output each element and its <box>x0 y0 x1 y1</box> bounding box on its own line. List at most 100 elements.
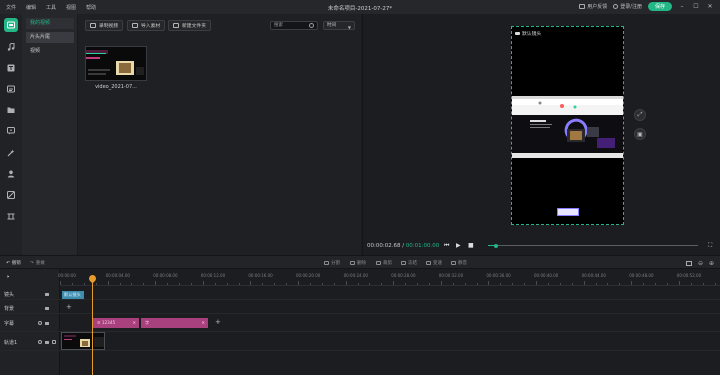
folder-icon[interactable] <box>4 103 18 117</box>
freeze-button[interactable]: 冻结 <box>401 260 417 266</box>
fit-screen-icon[interactable]: ⤢ <box>634 109 646 121</box>
scrubber-knob[interactable] <box>494 243 499 248</box>
play-icon[interactable]: ▶ <box>456 242 461 249</box>
media-library-icon[interactable] <box>4 18 18 32</box>
time-ruler[interactable]: 00:00:00 00:00:04.00 00:00:08.00 00:00:12.0… <box>58 269 720 286</box>
ruler-tick-label: 00:00:24.00 <box>343 273 368 278</box>
fullscreen-icon[interactable]: ⛶ <box>708 242 712 250</box>
trash-icon[interactable] <box>52 340 56 344</box>
subtitle-box[interactable] <box>557 208 579 216</box>
minimize-icon[interactable]: – <box>678 3 686 11</box>
playhead[interactable] <box>92 279 93 375</box>
category-my-videos[interactable]: 我的视频 <box>26 18 74 29</box>
zoom-fit-icon[interactable] <box>685 261 692 266</box>
close-icon[interactable]: ✕ <box>132 318 136 328</box>
lock-icon[interactable] <box>45 307 49 310</box>
ruler-tick <box>119 283 121 285</box>
ruler-tick <box>678 281 680 285</box>
eye-icon[interactable] <box>38 321 42 325</box>
ruler-tick <box>214 283 216 285</box>
ruler-tick <box>190 283 192 285</box>
ruler-tick <box>238 283 240 285</box>
search-input[interactable]: 搜索 <box>270 21 318 30</box>
preview-scrubber[interactable] <box>488 243 698 248</box>
text-icon[interactable] <box>4 61 18 75</box>
ruler-tick <box>666 283 668 285</box>
redo-button[interactable]: ↷ 重做 <box>30 260 45 267</box>
close-icon[interactable]: ✕ <box>201 318 205 328</box>
music-icon[interactable] <box>4 40 18 54</box>
menu-tools[interactable]: 工具 <box>46 4 56 11</box>
stop-icon[interactable]: ■ <box>468 242 474 249</box>
split-label: 分割 <box>331 261 340 266</box>
subtitle-clip-1[interactable]: ≡ 12345 ✕ <box>93 318 139 328</box>
subtitle-clip-2[interactable]: 字 ✕ <box>141 318 208 328</box>
sort-dropdown[interactable]: 时间 ▼ <box>323 21 355 30</box>
zoom-in-icon[interactable]: ⊕ <box>709 260 714 267</box>
preview-panel: 默认镜头 ⤢ ▣ 00:00:02.68 / 00:01:00.00 ⏮ ▶ ■… <box>362 14 720 255</box>
delete-label: 删除 <box>357 261 366 266</box>
ruler-tick <box>155 281 157 285</box>
category-intro-outro[interactable]: 片头片尾 <box>26 32 74 43</box>
speed-label: 变速 <box>433 261 442 266</box>
trim-button[interactable]: 裁剪 <box>376 260 392 266</box>
ruler-tick <box>440 281 442 285</box>
lock-icon[interactable] <box>45 341 49 344</box>
zoom-out-icon[interactable]: ⊖ <box>698 260 703 267</box>
menu-edit[interactable]: 编辑 <box>26 4 36 11</box>
split-button[interactable]: 分割 <box>324 260 340 266</box>
delete-button[interactable]: 删除 <box>350 260 366 266</box>
mute-icon <box>451 261 456 265</box>
menu-file[interactable]: 文件 <box>6 4 16 11</box>
preview-canvas[interactable]: 默认镜头 <box>511 26 624 225</box>
eye-icon[interactable] <box>38 340 42 344</box>
menu-help[interactable]: 帮助 <box>86 4 96 11</box>
menu-view[interactable]: 视图 <box>66 4 76 11</box>
ruler-tick-label: 00:00:20.00 <box>296 273 321 278</box>
lock-icon[interactable] <box>45 293 49 296</box>
category-panel: 我的视频 片头片尾 视频 <box>22 14 78 255</box>
import-media-button[interactable]: 导入素材 <box>127 20 166 31</box>
ruler-tick <box>583 281 585 285</box>
camera-clip[interactable]: 默认镜头 <box>62 291 84 299</box>
ruler-tick <box>309 283 311 285</box>
subtitle-icon[interactable] <box>4 82 18 96</box>
transition-icon[interactable] <box>4 209 18 223</box>
maximize-icon[interactable]: ☐ <box>692 3 700 11</box>
speed-button[interactable]: 变速 <box>426 260 442 266</box>
camera-icon <box>515 31 520 36</box>
timeline: 🕨 00:00:00 00:00:04.00 00:00:08.00 00:00:12… <box>0 269 720 375</box>
new-folder-label: 新建文件夹 <box>182 24 206 29</box>
total-time: 00:01:00.00 <box>405 243 440 249</box>
close-icon[interactable]: ✕ <box>706 3 714 11</box>
ruler-tick <box>262 283 264 285</box>
category-video[interactable]: 视频 <box>26 46 74 57</box>
comment-icon[interactable] <box>4 124 18 138</box>
ruler-tick <box>286 283 288 285</box>
ruler-tick <box>524 283 526 285</box>
person-icon[interactable] <box>4 167 18 181</box>
ruler-tick <box>417 283 418 285</box>
volume-icon[interactable]: 🕨 <box>6 274 13 283</box>
edit-toolbar: ↶ 撤销 ↷ 重做 分割 删除 裁剪 冻结 变速 静音 ⊖ ⊕ <box>0 255 720 269</box>
lock-icon[interactable] <box>45 322 49 325</box>
feedback-button[interactable]: 用户反馈 <box>579 3 607 10</box>
previous-frame-icon[interactable]: ⏮ <box>444 242 449 250</box>
user-icon <box>613 4 619 9</box>
add-subtitle-icon[interactable]: + <box>215 319 221 326</box>
ruler-tick <box>333 283 335 285</box>
filter-icon[interactable] <box>4 188 18 202</box>
magic-wand-icon[interactable] <box>4 146 18 160</box>
login-button[interactable]: 登录/注册 <box>613 3 642 10</box>
ruler-tick <box>607 283 609 285</box>
undo-button[interactable]: ↶ 撤销 <box>6 260 21 267</box>
save-button[interactable]: 保存 <box>647 2 672 11</box>
canvas-label-text: 默认镜头 <box>522 32 542 37</box>
new-folder-button[interactable]: 新建文件夹 <box>168 20 211 31</box>
mute-button[interactable]: 静音 <box>451 260 467 266</box>
media-thumbnail[interactable] <box>85 46 147 81</box>
video-clip[interactable] <box>61 332 105 350</box>
add-background-icon[interactable]: + <box>66 304 72 311</box>
lock-aspect-icon[interactable]: ▣ <box>634 128 646 140</box>
record-video-button[interactable]: 录制视频 <box>85 20 124 31</box>
